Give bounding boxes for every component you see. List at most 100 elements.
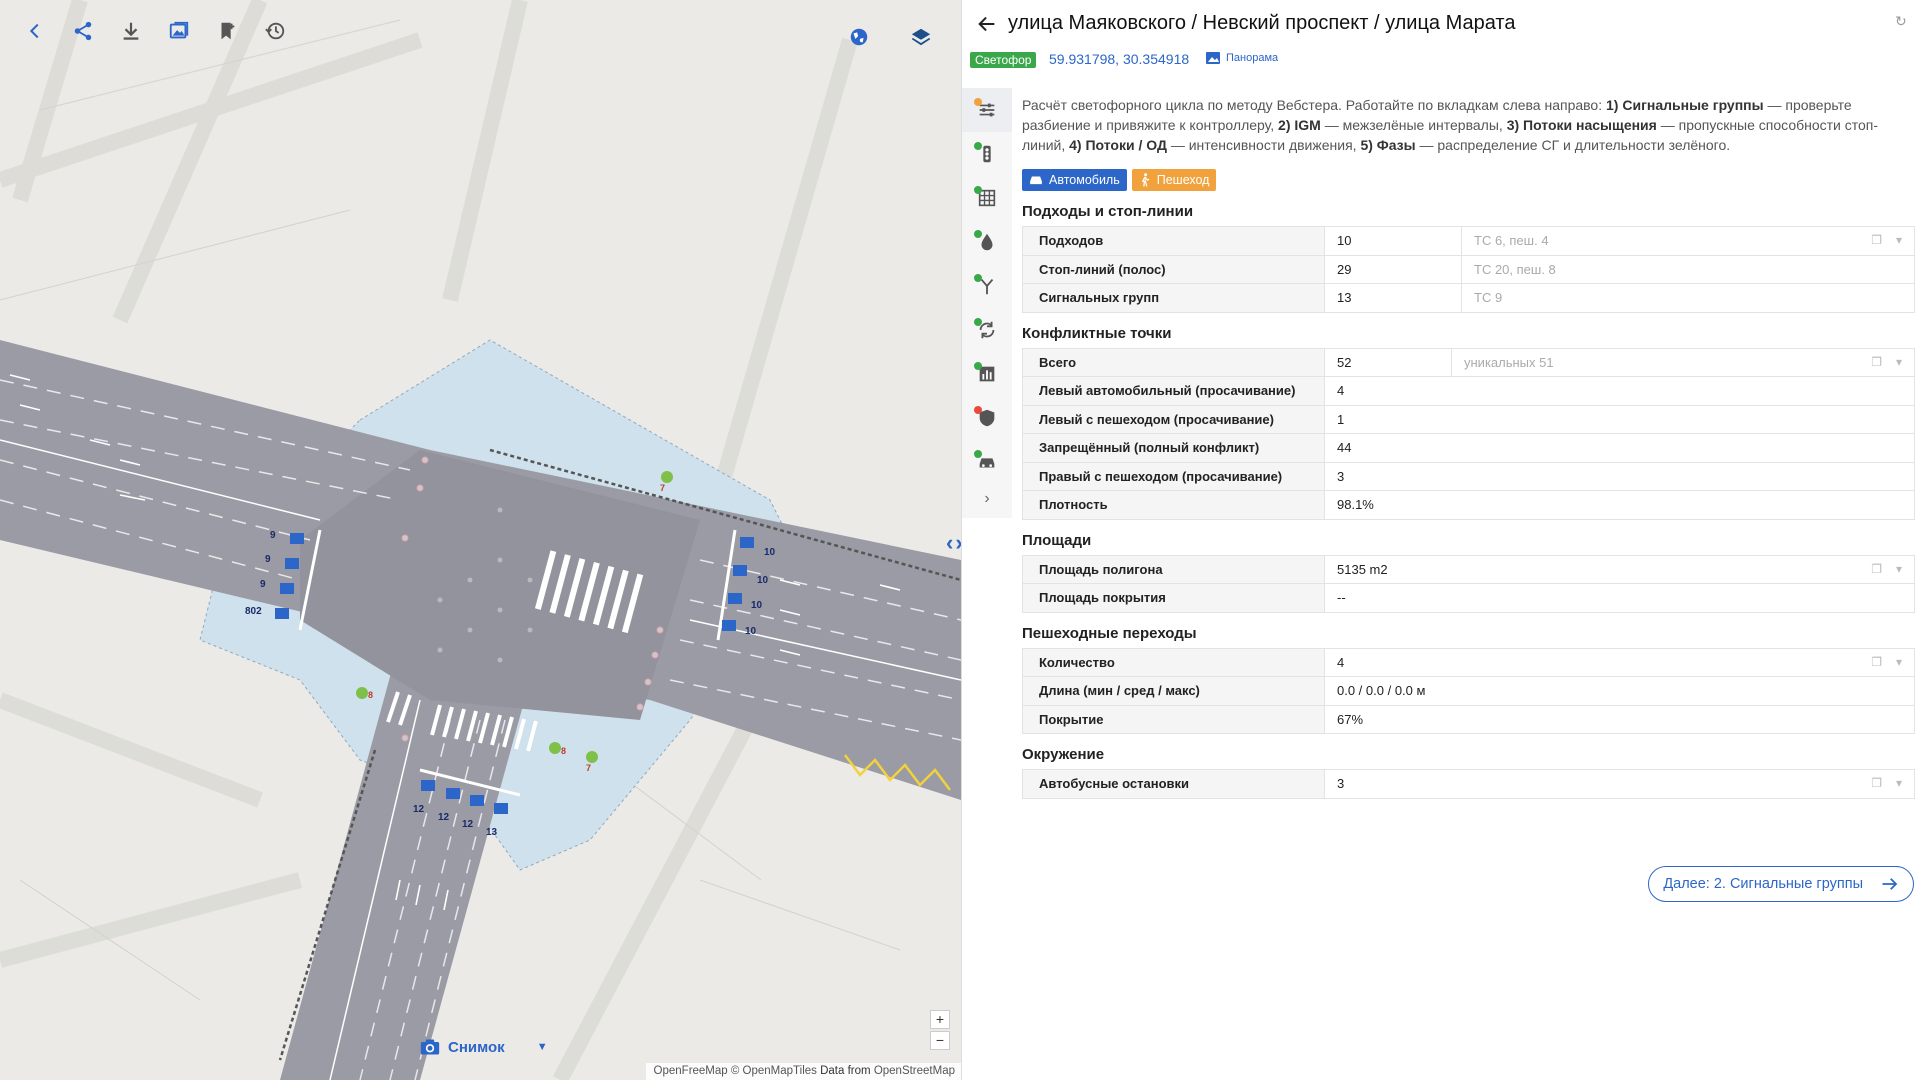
panorama-link[interactable]: Панорама: [1206, 52, 1278, 64]
globe-icon[interactable]: [840, 22, 878, 52]
mode-car-label: Автомобиль: [1049, 173, 1120, 187]
history-icon[interactable]: [256, 16, 294, 46]
section-title: Площади: [1022, 531, 1092, 549]
next-step-button[interactable]: Далее: 2. Сигнальные группы: [1648, 866, 1914, 902]
svg-text:8: 8: [368, 690, 373, 700]
row-value: 4 ❐ ▾: [1324, 647, 1915, 677]
copy-icon[interactable]: ❐: [1871, 776, 1882, 790]
chevron-left-icon: ‹: [946, 530, 954, 555]
mode-car-button[interactable]: Автомобиль: [1022, 169, 1127, 191]
table-row: Длина (мин / сред / макс) 0.0 / 0.0 / 0.0…: [1022, 676, 1915, 706]
snapshot-label: Снимок: [448, 1038, 505, 1056]
status-dot: [974, 98, 982, 106]
status-dot: [974, 142, 982, 150]
dropdown-icon[interactable]: ▾: [1896, 233, 1902, 247]
section-title: Пешеходные переходы: [1022, 624, 1197, 642]
zoom-in-button[interactable]: +: [930, 1010, 950, 1029]
table-row: Левый с пешеходом (просачивание) 1: [1022, 404, 1915, 434]
attribution-prefix[interactable]: OpenFreeMap © OpenMapTiles: [654, 1065, 817, 1077]
bookmark-add-icon[interactable]: [208, 16, 246, 46]
row-label: Подходов: [1022, 226, 1325, 256]
arrow-right-icon: [1882, 878, 1898, 890]
tab-webster-settings[interactable]: [962, 88, 1012, 132]
row-label: Длина (мин / сред / макс): [1022, 676, 1325, 706]
panel-toggle[interactable]: ‹›: [946, 530, 961, 556]
dropdown-icon[interactable]: ▾: [1896, 355, 1902, 369]
attribution-suffix[interactable]: OpenStreetMap: [874, 1065, 955, 1077]
panel-header: улица Маяковского / Невский проспект / у…: [962, 0, 1920, 82]
dropdown-icon[interactable]: ▾: [1896, 562, 1902, 576]
row-label: Количество: [1022, 647, 1325, 677]
row-note-text: уникальных 51: [1464, 354, 1554, 370]
row-note: уникальных 51 ❐ ▾: [1451, 347, 1915, 377]
snapshot-button[interactable]: Снимок ▼: [420, 1038, 548, 1056]
tab-phases[interactable]: [962, 308, 1012, 352]
zoom-out-button[interactable]: −: [930, 1031, 950, 1050]
share-icon[interactable]: [64, 16, 102, 46]
lane-label-east-4: 10: [745, 626, 757, 637]
intro-text-part: — межзелёные интервалы,: [1320, 117, 1507, 133]
layers-icon[interactable]: [902, 22, 940, 52]
dropdown-icon[interactable]: ▾: [1896, 655, 1902, 669]
car-icon: [1030, 176, 1042, 185]
intro-text: Расчёт светофорного цикла по методу Вебс…: [1022, 95, 1915, 155]
tab-igm[interactable]: [962, 176, 1012, 220]
row-value: 67%: [1324, 704, 1915, 734]
zoom-control: + −: [930, 1010, 950, 1050]
tab-flows-od[interactable]: [962, 264, 1012, 308]
stats-table: Автобусные остановки 3 ❐ ▾: [1022, 769, 1915, 799]
table-row: Левый автомобильный (просачивание) 4: [1022, 376, 1915, 406]
download-icon[interactable]: [112, 16, 150, 46]
tab-safety[interactable]: [962, 396, 1012, 440]
mode-pedestrian-button[interactable]: Пешеход: [1131, 169, 1217, 191]
image-icon[interactable]: [160, 16, 198, 46]
intro-step-2: 2) IGM: [1278, 117, 1321, 133]
map-canvas[interactable]: 9 9 9 802 10 10 10 10 12 12 12 13 7 8 8 …: [0, 0, 961, 1080]
tab-charts[interactable]: [962, 352, 1012, 396]
table-row: Площадь покрытия --: [1022, 583, 1915, 613]
svg-text:7: 7: [660, 483, 665, 493]
row-value: 98.1%: [1324, 490, 1915, 520]
map-view[interactable]: 9 9 9 802 10 10 10 10 12 12 12 13 7 8 8 …: [0, 0, 961, 1080]
row-note-text: ТС 6, пеш. 4: [1474, 233, 1549, 249]
row-value: 0.0 / 0.0 / 0.0 м: [1324, 676, 1915, 706]
panel-content: Расчёт светофорного цикла по методу Вебс…: [1022, 95, 1915, 799]
copy-icon[interactable]: ❐: [1871, 355, 1882, 369]
row-label: Стоп-линий (полос): [1022, 254, 1325, 284]
sidebar-expand-icon[interactable]: ›: [962, 490, 1012, 520]
table-row: Сигнальных групп 13 ТС 9: [1022, 283, 1915, 313]
map-right-tools: [840, 22, 940, 52]
refresh-icon[interactable]: ↻: [1895, 13, 1911, 29]
status-dot: [974, 318, 982, 326]
copy-icon[interactable]: ❐: [1871, 233, 1882, 247]
copy-icon[interactable]: ❐: [1871, 562, 1882, 576]
mode-pedestrian-label: Пешеход: [1156, 173, 1210, 187]
row-note: ТС 6, пеш. 4 ❐ ▾: [1461, 226, 1915, 256]
row-tools: ❐ ▾: [1857, 355, 1902, 369]
row-label: Левый с пешеходом (просачивание): [1022, 404, 1325, 434]
map-toolbar: [16, 16, 294, 46]
coordinates-link[interactable]: 59.931798, 30.354918: [1049, 51, 1189, 67]
next-step-label: Далее: 2. Сигнальные группы: [1663, 876, 1863, 892]
row-note: ТС 20, пеш. 8: [1461, 254, 1915, 284]
copy-icon[interactable]: ❐: [1871, 655, 1882, 669]
row-label: Левый автомобильный (просачивание): [1022, 376, 1325, 406]
tab-saturation-flows[interactable]: [962, 220, 1012, 264]
stats-table: Площадь полигона 5135 m2 ❐ ▾ Площадь покрыти…: [1022, 554, 1915, 613]
tab-vehicles[interactable]: [962, 440, 1012, 484]
row-label: Автобусные остановки: [1022, 769, 1325, 799]
tab-sidebar: ›: [962, 88, 1012, 518]
dropdown-icon[interactable]: ▾: [1896, 776, 1902, 790]
pedestrian-icon: [1141, 173, 1150, 187]
intro-step-1: 1) Сигнальные группы: [1606, 97, 1764, 113]
row-value: 3: [1324, 461, 1915, 491]
tab-signal-groups[interactable]: [962, 132, 1012, 176]
page-title: улица Маяковского / Невский проспект / у…: [1008, 12, 1516, 34]
intro-text-part: Расчёт светофорного цикла по методу Вебс…: [1022, 97, 1607, 113]
row-value: 13: [1324, 283, 1462, 313]
back-arrow-icon[interactable]: [976, 13, 998, 35]
table-row: Подходов 10 ТС 6, пеш. 4 ❐ ▾: [1022, 226, 1915, 256]
row-label: Плотность: [1022, 490, 1325, 520]
chevron-down-icon[interactable]: ▼: [537, 1041, 548, 1053]
back-icon[interactable]: [16, 16, 54, 46]
